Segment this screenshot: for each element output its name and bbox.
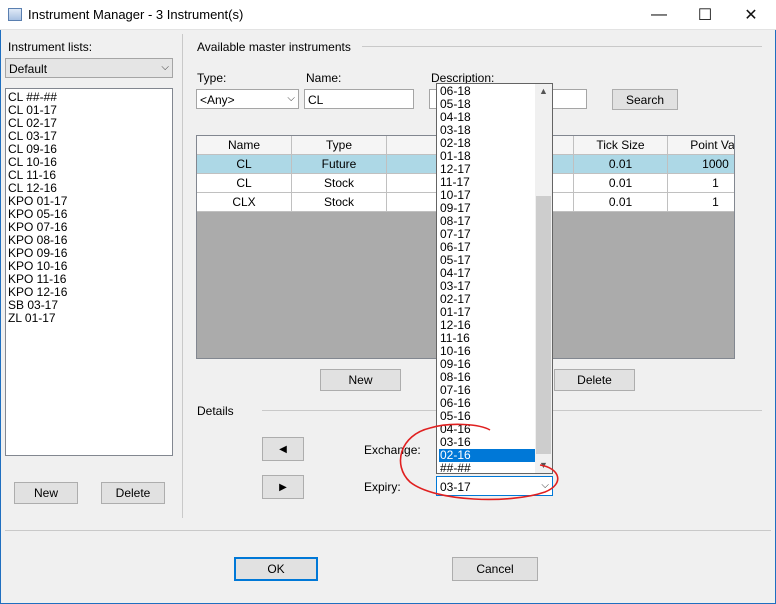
table-row-cell[interactable]: Stock [292, 174, 387, 193]
dropdown-option[interactable]: 07-16 [439, 384, 535, 397]
dropdown-option[interactable]: 01-18 [439, 150, 535, 163]
dropdown-option[interactable]: 09-17 [439, 202, 535, 215]
window-title: Instrument Manager - 3 Instrument(s) [28, 7, 244, 22]
column-header-tick-size[interactable]: Tick Size [574, 136, 668, 155]
dropdown-option[interactable]: 03-18 [439, 124, 535, 137]
name-input-value: CL [308, 93, 324, 107]
instrument-listbox[interactable]: CL ##-## CL 01-17 CL 02-17 CL 03-17 CL 09-16… [5, 88, 173, 456]
type-combo[interactable]: <Any> ⌵ [196, 89, 299, 109]
expiry-dropdown-list[interactable]: ##-## 02-16 03-16 04-16 05-16 06-16 07-16 08-16… [436, 83, 553, 474]
scroll-thumb[interactable] [536, 196, 551, 454]
name-label: Name: [306, 71, 342, 85]
instrument-list-value: Default [9, 62, 48, 76]
dropdown-option[interactable]: 11-16 [439, 332, 535, 345]
maximize-button[interactable]: ☐ [682, 0, 728, 30]
dropdown-option[interactable]: 11-17 [439, 176, 535, 189]
instrument-list-combo[interactable]: Default ⌵ [5, 58, 173, 78]
column-header-point-val[interactable]: Point Val. [668, 136, 734, 155]
dropdown-option[interactable]: 05-18 [439, 98, 535, 111]
app-icon [8, 8, 22, 21]
table-row-cell[interactable]: 0.01 [574, 155, 668, 174]
type-value: <Any> [200, 93, 235, 107]
heading-rule [362, 46, 762, 47]
master-heading: Available master instruments [197, 40, 351, 54]
search-button[interactable]: Search [612, 89, 678, 110]
dropdown-option[interactable]: 07-17 [439, 228, 535, 241]
chevron-down-icon: ⌵ [161, 62, 169, 73]
table-row-cell[interactable]: CL [197, 155, 292, 174]
type-label: Type: [197, 71, 227, 85]
table-row-cell[interactable]: 1 [668, 193, 734, 212]
dropdown-option[interactable]: 06-16 [439, 397, 535, 410]
table-row-cell[interactable]: CL [197, 174, 292, 193]
new-instrument-button[interactable]: New [320, 369, 401, 391]
dropdown-option[interactable]: 08-17 [439, 215, 535, 228]
dropdown-option[interactable]: 06-17 [439, 241, 535, 254]
close-button[interactable]: ✕ [728, 0, 774, 30]
delete-list-button[interactable]: Delete [101, 482, 165, 504]
dropdown-scrollbar[interactable]: ▲ ▼ [535, 84, 552, 473]
dropdown-option[interactable]: 03-17 [439, 280, 535, 293]
ok-button[interactable]: OK [234, 557, 318, 581]
dropdown-option[interactable]: 02-18 [439, 137, 535, 150]
column-header-type[interactable]: Type [292, 136, 387, 155]
column-header-name[interactable]: Name [197, 136, 292, 155]
dropdown-option[interactable]: 08-16 [439, 371, 535, 384]
dropdown-option[interactable]: 10-16 [439, 345, 535, 358]
instrument-lists-label: Instrument lists: [8, 40, 93, 54]
table-row-cell[interactable]: Stock [292, 193, 387, 212]
move-left-button[interactable]: ◀ [262, 437, 304, 461]
dropdown-option[interactable]: 09-16 [439, 358, 535, 371]
dropdown-option[interactable]: 02-17 [439, 293, 535, 306]
name-input[interactable]: CL [304, 89, 414, 109]
move-right-button[interactable]: ▶ [262, 475, 304, 499]
table-row-cell[interactable]: 1 [668, 174, 734, 193]
dropdown-option[interactable]: 06-18 [439, 85, 535, 98]
dropdown-option[interactable]: 01-17 [439, 306, 535, 319]
dropdown-option[interactable]: 04-18 [439, 111, 535, 124]
table-row-cell[interactable]: 0.01 [574, 193, 668, 212]
dropdown-option[interactable]: 12-16 [439, 319, 535, 332]
delete-instrument-button[interactable]: Delete [554, 369, 635, 391]
details-heading: Details [197, 404, 234, 418]
table-row-cell[interactable]: CLX [197, 193, 292, 212]
table-row-cell[interactable]: 1000 [668, 155, 734, 174]
list-item[interactable]: ZL 01-17 [8, 312, 56, 325]
new-list-button[interactable]: New [14, 482, 78, 504]
minimize-button[interactable]: — [636, 0, 682, 30]
chevron-down-icon: ⌵ [287, 93, 295, 104]
table-row-cell[interactable]: 0.01 [574, 174, 668, 193]
title-bar: Instrument Manager - 3 Instrument(s) — ☐… [0, 0, 776, 30]
dropdown-option[interactable]: 04-17 [439, 267, 535, 280]
dropdown-option[interactable]: 05-17 [439, 254, 535, 267]
table-row-cell[interactable]: Future [292, 155, 387, 174]
scroll-up-icon[interactable]: ▲ [535, 86, 552, 96]
red-circle-annotation [399, 423, 559, 501]
dropdown-option[interactable]: 10-17 [439, 189, 535, 202]
panel-divider [182, 34, 183, 518]
dropdown-option[interactable]: 12-17 [439, 163, 535, 176]
cancel-button[interactable]: Cancel [452, 557, 538, 581]
footer-rule [5, 530, 771, 531]
